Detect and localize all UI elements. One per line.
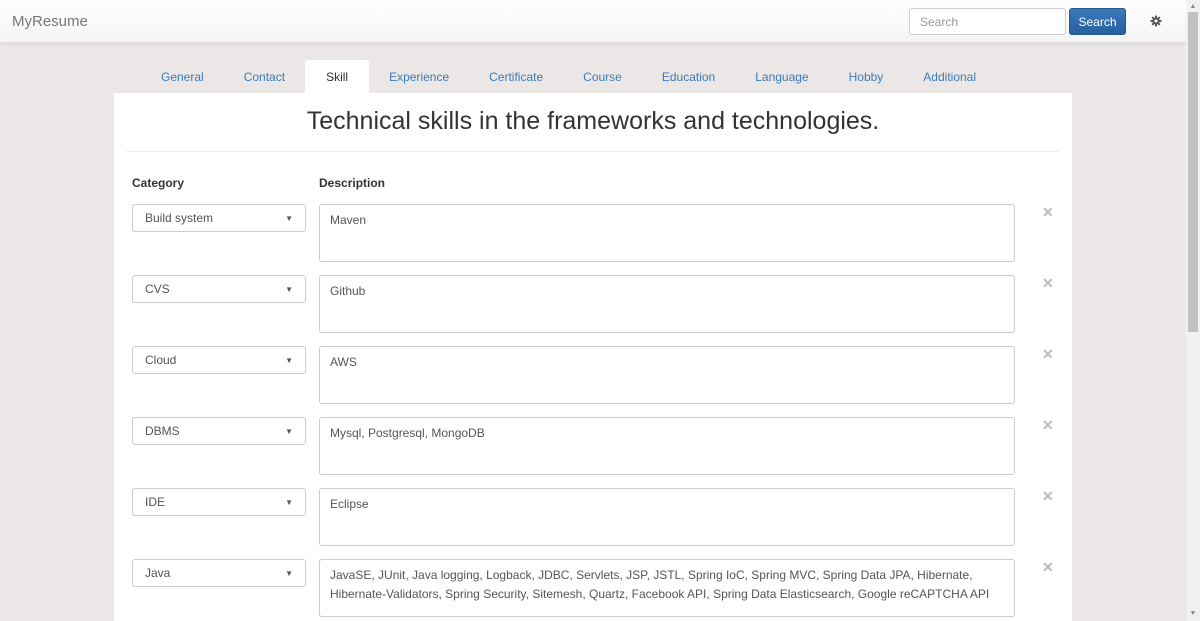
description-textarea[interactable]: Github	[319, 275, 1015, 333]
skills-panel: Technical skills in the frameworks and t…	[114, 93, 1072, 621]
category-select[interactable]: IDE ▼	[132, 488, 306, 516]
tab-general[interactable]: General	[141, 60, 224, 94]
divider	[126, 151, 1059, 152]
category-select[interactable]: CVS ▼	[132, 275, 306, 303]
skill-row: CVS ▼ Github ✕	[114, 275, 1072, 333]
description-column-header: Description	[319, 176, 386, 190]
tab-experience[interactable]: Experience	[369, 60, 469, 94]
navbar: MyResume Search	[0, 0, 1186, 43]
tab-additional[interactable]: Additional	[903, 60, 996, 94]
description-textarea[interactable]: JavaSE, JUnit, Java logging, Logback, JD…	[319, 559, 1015, 617]
search-button[interactable]: Search	[1069, 8, 1126, 35]
tab-education[interactable]: Education	[642, 60, 735, 94]
category-value: CVS	[145, 282, 170, 296]
scroll-down-arrow-icon[interactable]: ▼	[1186, 609, 1200, 619]
skill-row: Cloud ▼ AWS ✕	[114, 346, 1072, 404]
category-value: Java	[145, 566, 171, 580]
tab-hobby[interactable]: Hobby	[829, 60, 904, 94]
tab-course[interactable]: Course	[563, 60, 642, 94]
description-textarea[interactable]: Mysql, Postgresql, MongoDB	[319, 417, 1015, 475]
scroll-up-arrow-icon[interactable]: ▲	[1186, 2, 1200, 12]
description-textarea[interactable]: AWS	[319, 346, 1015, 404]
close-icon[interactable]: ✕	[1042, 275, 1054, 292]
category-select[interactable]: Build system ▼	[132, 204, 306, 232]
close-icon[interactable]: ✕	[1042, 488, 1054, 505]
description-textarea[interactable]: Eclipse	[319, 488, 1015, 546]
vertical-scrollbar[interactable]: ▲ ▼	[1186, 0, 1200, 621]
caret-down-icon: ▼	[285, 355, 293, 365]
brand-logo[interactable]: MyResume	[12, 13, 88, 30]
skill-row: Build system ▼ Maven ✕	[114, 204, 1072, 262]
close-icon[interactable]: ✕	[1042, 346, 1054, 363]
caret-down-icon: ▼	[285, 426, 293, 436]
category-value: DBMS	[145, 424, 180, 438]
category-select[interactable]: Java ▼	[132, 559, 306, 587]
category-select[interactable]: DBMS ▼	[132, 417, 306, 445]
search-input[interactable]	[909, 8, 1066, 35]
close-icon[interactable]: ✕	[1042, 559, 1054, 576]
category-value: Build system	[145, 211, 214, 225]
tab-skill[interactable]: Skill	[305, 60, 370, 94]
close-icon[interactable]: ✕	[1042, 204, 1054, 221]
caret-down-icon: ▼	[285, 497, 293, 507]
category-column-header: Category	[132, 176, 185, 190]
gear-icon[interactable]	[1150, 15, 1162, 27]
caret-down-icon: ▼	[285, 213, 293, 223]
skill-row: DBMS ▼ Mysql, Postgresql, MongoDB ✕	[114, 417, 1072, 475]
scrollbar-thumb[interactable]	[1188, 12, 1198, 332]
skill-row: IDE ▼ Eclipse ✕	[114, 488, 1072, 546]
category-value: Cloud	[145, 353, 177, 367]
skill-row: Java ▼ JavaSE, JUnit, Java logging, Logb…	[114, 559, 1072, 617]
category-select[interactable]: Cloud ▼	[132, 346, 306, 374]
category-value: IDE	[145, 495, 166, 509]
tab-language[interactable]: Language	[735, 60, 828, 94]
close-icon[interactable]: ✕	[1042, 417, 1054, 434]
caret-down-icon: ▼	[285, 568, 293, 578]
tab-certificate[interactable]: Certificate	[469, 60, 563, 94]
caret-down-icon: ▼	[285, 284, 293, 294]
section-tabs: General Contact Skill Experience Certifi…	[141, 60, 996, 94]
tab-contact[interactable]: Contact	[224, 60, 305, 94]
page-title: Technical skills in the frameworks and t…	[306, 107, 880, 135]
description-textarea[interactable]: Maven	[319, 204, 1015, 262]
